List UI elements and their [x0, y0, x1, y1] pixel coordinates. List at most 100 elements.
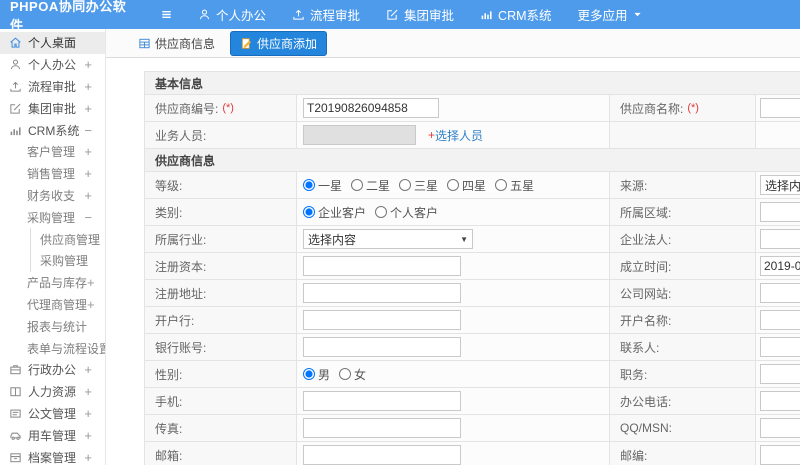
expand-toggle[interactable]: +	[87, 275, 105, 290]
sidebar-item-archive-mgmt[interactable]: 档案管理 +	[0, 446, 105, 465]
registered-capital-input[interactable]	[303, 256, 461, 276]
radio-option[interactable]: 个人客户	[375, 204, 438, 221]
level-radios-3[interactable]	[447, 179, 460, 191]
fax-input[interactable]	[303, 418, 461, 438]
topbar-item-personal-office[interactable]: 个人办公	[185, 0, 279, 29]
sidebar-item-workflow-approval[interactable]: 流程审批 +	[0, 76, 105, 98]
sidebar-item-sales-mgmt[interactable]: 销售管理 +	[0, 163, 105, 185]
website-input[interactable]	[760, 283, 800, 303]
zip-input[interactable]	[760, 445, 800, 465]
supplier-name-input[interactable]	[760, 98, 800, 118]
category-radios-1[interactable]	[375, 206, 388, 218]
sidebar-item-product-inventory[interactable]: 产品与库存 +	[0, 272, 105, 294]
topbar-item-more-apps[interactable]: 更多应用	[565, 0, 655, 29]
expand-toggle[interactable]: −	[84, 123, 105, 138]
supplier-add-form: 基本信息供应商编号:(*)供应商名称:(*)业务人员:+选择人员供应商信息等级:…	[144, 71, 800, 465]
tab-supplier-add[interactable]: 供应商添加	[230, 30, 328, 56]
radio-option-label: 一星	[318, 178, 343, 193]
registered-address-input[interactable]	[303, 283, 461, 303]
mobile-input[interactable]	[303, 391, 461, 411]
topbar-item-group-approval[interactable]: 集团审批	[373, 0, 467, 29]
contact-input[interactable]	[760, 337, 800, 357]
form-row: 银行账号: 联系人:	[145, 334, 800, 361]
level-radios-0[interactable]	[303, 179, 315, 191]
gender-radios-0[interactable]	[303, 368, 315, 380]
radio-option[interactable]: 男	[303, 366, 330, 383]
radio-option[interactable]: 女	[339, 366, 366, 383]
topbar-nav: 个人办公 流程审批 集团审批 CRM系统 更多应用	[185, 0, 655, 29]
menu-toggle-button[interactable]	[148, 0, 185, 29]
expand-toggle[interactable]: +	[84, 144, 105, 159]
sidebar-item-crm-system[interactable]: CRM系统 −	[0, 119, 105, 141]
expand-toggle[interactable]: +	[84, 57, 105, 72]
sidebar-item-purchasing[interactable]: 采购管理	[30, 249, 105, 272]
radio-option[interactable]: 一星	[303, 177, 342, 194]
account-name-label: 开户名称:	[610, 307, 756, 333]
sidebar-item-admin-office[interactable]: 行政办公 +	[0, 359, 105, 381]
sidebar-item-agent-mgmt[interactable]: 代理商管理 +	[0, 294, 105, 316]
expand-toggle[interactable]: +	[84, 79, 105, 94]
gender-radios-1[interactable]	[339, 368, 352, 380]
bank-account-input[interactable]	[303, 337, 461, 357]
bank-input[interactable]	[303, 310, 461, 330]
office-phone-input-cell	[756, 388, 800, 414]
sidebar-item-vehicle-mgmt[interactable]: 用车管理 +	[0, 424, 105, 446]
sidebar-item-form-flow-settings[interactable]: 表单与流程设置+	[0, 337, 105, 359]
radio-option[interactable]: 五星	[495, 177, 534, 194]
expand-toggle[interactable]: +	[84, 362, 105, 377]
position-input[interactable]	[760, 364, 800, 384]
sidebar-item-hr[interactable]: 人力资源 +	[0, 381, 105, 403]
category-radios-cell: 企业客户 个人客户	[297, 199, 610, 225]
region-input[interactable]	[760, 202, 800, 222]
office-phone-input[interactable]	[760, 391, 800, 411]
level-radios-4[interactable]	[495, 179, 508, 191]
tab-supplier-info[interactable]: 供应商信息	[132, 32, 221, 55]
founding-date-input[interactable]	[760, 256, 800, 276]
sidebar-item-supplier-mgmt[interactable]: 供应商管理	[30, 228, 105, 250]
supplier-no-input[interactable]	[303, 98, 439, 118]
hamburger-icon	[160, 8, 173, 21]
radio-option[interactable]: 企业客户	[303, 204, 366, 221]
expand-toggle[interactable]: +	[84, 406, 105, 421]
briefcase-icon	[9, 363, 22, 376]
source-select[interactable]: 选择内容▼	[760, 175, 800, 195]
industry-select-cell: 选择内容 ▼	[297, 226, 610, 252]
sidebar-item-finance[interactable]: 财务收支 +	[0, 185, 105, 207]
sidebar-item-customer-mgmt[interactable]: 客户管理 +	[0, 141, 105, 163]
doc-icon	[9, 407, 22, 420]
sidebar-item-group-approval[interactable]: 集团审批 +	[0, 97, 105, 119]
office-phone-label: 办公电话:	[610, 388, 756, 414]
legal-person-input[interactable]	[760, 229, 800, 249]
expand-toggle[interactable]: +	[84, 166, 105, 181]
level-radios-cell: 一星 二星 三星 四星 五星	[297, 172, 610, 198]
expand-toggle[interactable]: +	[84, 101, 105, 116]
sidebar-item-personal-office[interactable]: 个人办公 +	[0, 54, 105, 76]
expand-toggle[interactable]: +	[84, 384, 105, 399]
topbar-item-crm-system[interactable]: CRM系统	[467, 0, 564, 29]
email-label: 邮箱:	[155, 448, 183, 463]
sidebar-item-document-mgmt[interactable]: 公文管理 +	[0, 403, 105, 425]
business-staff-input[interactable]	[303, 125, 416, 145]
radio-option[interactable]: 三星	[399, 177, 438, 194]
email-input[interactable]	[303, 445, 461, 465]
sidebar-item-label: 个人办公	[28, 58, 77, 73]
qq-msn-input[interactable]	[760, 418, 800, 438]
expand-toggle[interactable]: +	[87, 297, 105, 312]
radio-option[interactable]: 二星	[351, 177, 390, 194]
expand-toggle[interactable]: −	[84, 210, 105, 225]
industry-select[interactable]: 选择内容 ▼	[303, 229, 473, 249]
expand-toggle[interactable]: +	[84, 450, 105, 465]
website-input-cell	[756, 280, 800, 306]
level-radios-1[interactable]	[351, 179, 364, 191]
sidebar-item-reports-stats[interactable]: 报表与统计	[0, 315, 105, 337]
sidebar-item-purchase-mgmt[interactable]: 采购管理 −	[0, 206, 105, 228]
expand-toggle[interactable]: +	[84, 428, 105, 443]
account-name-input[interactable]	[760, 310, 800, 330]
choose-staff-link[interactable]: 选择人员	[435, 127, 483, 144]
radio-option[interactable]: 四星	[447, 177, 486, 194]
expand-toggle[interactable]: +	[84, 188, 105, 203]
sidebar-item-personal-desktop[interactable]: 个人桌面	[0, 32, 105, 54]
topbar-item-workflow-approval[interactable]: 流程审批	[279, 0, 373, 29]
level-radios-2[interactable]	[399, 179, 412, 191]
category-radios-0[interactable]	[303, 206, 315, 218]
